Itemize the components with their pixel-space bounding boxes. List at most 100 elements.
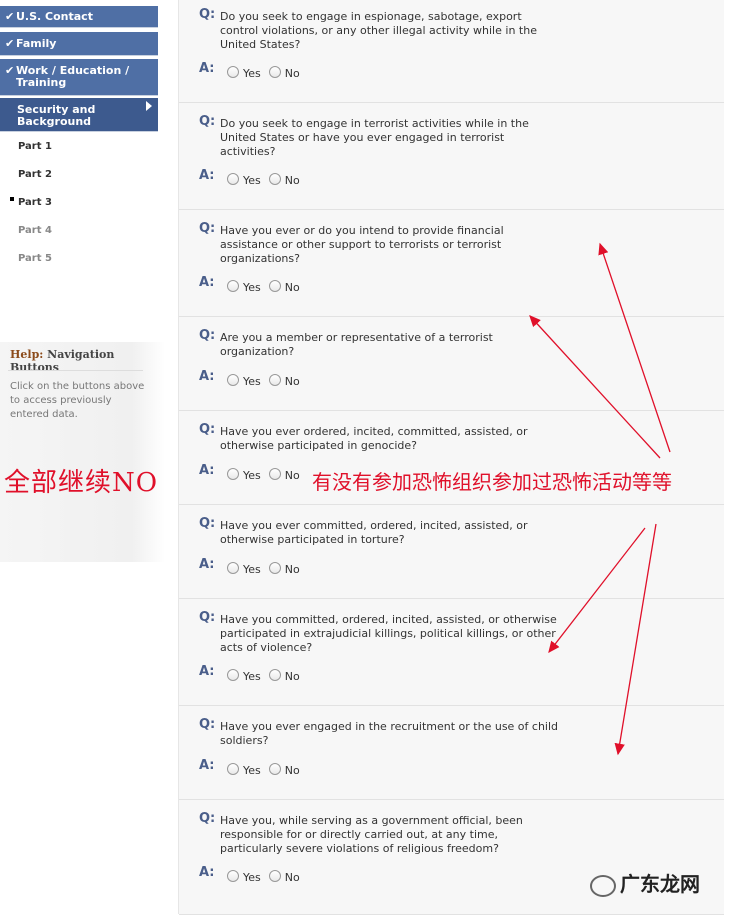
answer-radio-group: Yes No — [227, 562, 308, 576]
yes-radio[interactable] — [227, 870, 239, 882]
yes-label: Yes — [243, 374, 261, 388]
answer-radio-group: Yes No — [227, 669, 308, 683]
no-radio[interactable] — [268, 562, 281, 574]
nav-item-us-contact[interactable]: ✔ U.S. Contact — [0, 6, 158, 28]
nav-label-line2: Background — [17, 115, 92, 128]
yes-radio[interactable] — [227, 562, 239, 574]
nav-item-work-education[interactable]: ✔ Work / Education / Training — [0, 59, 158, 96]
question-text: Have you, while serving as a government … — [220, 814, 523, 855]
help-label: Help: — [10, 348, 44, 361]
question-text: Have you ever committed, ordered, incite… — [220, 519, 528, 546]
question-label: Q: — [199, 422, 216, 437]
answer-label: A: — [199, 865, 215, 880]
yes-label: Yes — [243, 669, 261, 683]
no-label: No — [284, 763, 300, 777]
no-radio[interactable] — [268, 66, 281, 78]
question-text: Have you ever ordered, incited, committe… — [220, 425, 528, 452]
help-text: Click on the buttons above to access pre… — [10, 381, 145, 420]
nav-sub-part-3[interactable]: Part 3 — [18, 197, 52, 208]
answer-radio-group: Yes No — [227, 468, 308, 482]
question-block: Q: Have you ever engaged in the recruitme… — [179, 705, 724, 800]
question-text: Are you a member or representative of a … — [220, 331, 493, 358]
no-radio[interactable] — [268, 280, 281, 292]
no-radio[interactable] — [268, 173, 281, 185]
question-block: Q: Have you ever committed, ordered, inci… — [179, 504, 724, 599]
answer-label: A: — [199, 168, 215, 183]
question-text: Have you ever or do you intend to provid… — [220, 224, 504, 265]
help-divider — [8, 370, 143, 371]
question-block: Q: Have you committed, ordered, incited, … — [179, 598, 724, 706]
question-label: Q: — [199, 811, 216, 826]
answer-radio-group: Yes No — [227, 763, 308, 777]
yes-label: Yes — [243, 870, 261, 884]
question-label: Q: — [199, 717, 216, 732]
no-label: No — [284, 468, 300, 482]
yes-radio[interactable] — [227, 173, 239, 185]
answer-label: A: — [199, 758, 215, 773]
annotation-left: 全部继续NO — [4, 468, 159, 498]
no-radio[interactable] — [268, 870, 281, 882]
help-box: Help: Navigation Buttons Click on the bu… — [0, 342, 165, 562]
nav-sub-part-2[interactable]: Part 2 — [18, 169, 52, 180]
question-block: Q: Do you seek to engage in terrorist act… — [179, 102, 724, 210]
yes-label: Yes — [243, 562, 261, 576]
no-label: No — [284, 870, 300, 884]
nav-label-line2: Training — [16, 76, 67, 89]
yes-label: Yes — [243, 66, 261, 80]
question-label: Q: — [199, 610, 216, 625]
arrow-right-icon — [146, 101, 152, 111]
answer-label: A: — [199, 61, 215, 76]
current-part-bullet-icon — [10, 197, 14, 201]
yes-radio[interactable] — [227, 374, 239, 386]
answer-radio-group: Yes No — [227, 374, 308, 388]
question-text: Do you seek to engage in terrorist activ… — [220, 117, 529, 158]
answer-radio-group: Yes No — [227, 66, 308, 80]
question-label: Q: — [199, 516, 216, 531]
yes-radio[interactable] — [227, 669, 239, 681]
no-radio[interactable] — [268, 374, 281, 386]
no-label: No — [284, 173, 300, 187]
no-radio[interactable] — [268, 763, 281, 775]
answer-radio-group: Yes No — [227, 173, 308, 187]
no-label: No — [284, 669, 300, 683]
question-text: Have you committed, ordered, incited, as… — [220, 613, 557, 654]
nav-sub-part-5[interactable]: Part 5 — [18, 253, 52, 264]
checkmark-icon: ✔ — [5, 37, 15, 50]
yes-label: Yes — [243, 173, 261, 187]
question-label: Q: — [199, 7, 216, 22]
question-text: Do you seek to engage in espionage, sabo… — [220, 10, 537, 51]
nav-label: Family — [16, 37, 57, 50]
checkmark-icon: ✔ — [5, 10, 15, 23]
nav-item-family[interactable]: ✔ Family — [0, 32, 158, 56]
answer-label: A: — [199, 463, 215, 478]
question-label: Q: — [199, 328, 216, 343]
nav-item-security-background[interactable]: Security and Background — [0, 98, 158, 132]
yes-radio[interactable] — [227, 280, 239, 292]
yes-radio[interactable] — [227, 763, 239, 775]
question-block: Q: Do you seek to engage in espionage, sa… — [179, 0, 724, 103]
question-label: Q: — [199, 114, 216, 129]
watermark-text: 广东龙网 — [620, 872, 700, 896]
nav-sub-part-1[interactable]: Part 1 — [18, 141, 52, 152]
annotation-right: 有没有参加恐怖组织参加过恐怖活动等等 — [312, 470, 672, 494]
yes-radio[interactable] — [227, 66, 239, 78]
no-label: No — [284, 280, 300, 294]
watermark: 广东龙网 — [590, 868, 700, 897]
nav-sub-part-4[interactable]: Part 4 — [18, 225, 52, 236]
yes-radio[interactable] — [227, 468, 239, 480]
yes-label: Yes — [243, 468, 261, 482]
yes-label: Yes — [243, 280, 261, 294]
no-radio[interactable] — [268, 669, 281, 681]
answer-radio-group: Yes No — [227, 870, 308, 884]
question-block: Q: Have you, while serving as a governmen… — [179, 799, 724, 915]
question-block: Q: Are you a member or representative of … — [179, 316, 724, 411]
nav-label: U.S. Contact — [16, 10, 93, 23]
yes-label: Yes — [243, 763, 261, 777]
answer-label: A: — [199, 275, 215, 290]
question-text: Have you ever engaged in the recruitment… — [220, 720, 559, 747]
no-label: No — [284, 562, 300, 576]
answer-label: A: — [199, 557, 215, 572]
wechat-logo-icon — [590, 874, 616, 897]
sidebar: ✔ U.S. Contact ✔ Family ✔ Work / Education … — [0, 0, 165, 914]
no-radio[interactable] — [268, 468, 281, 480]
